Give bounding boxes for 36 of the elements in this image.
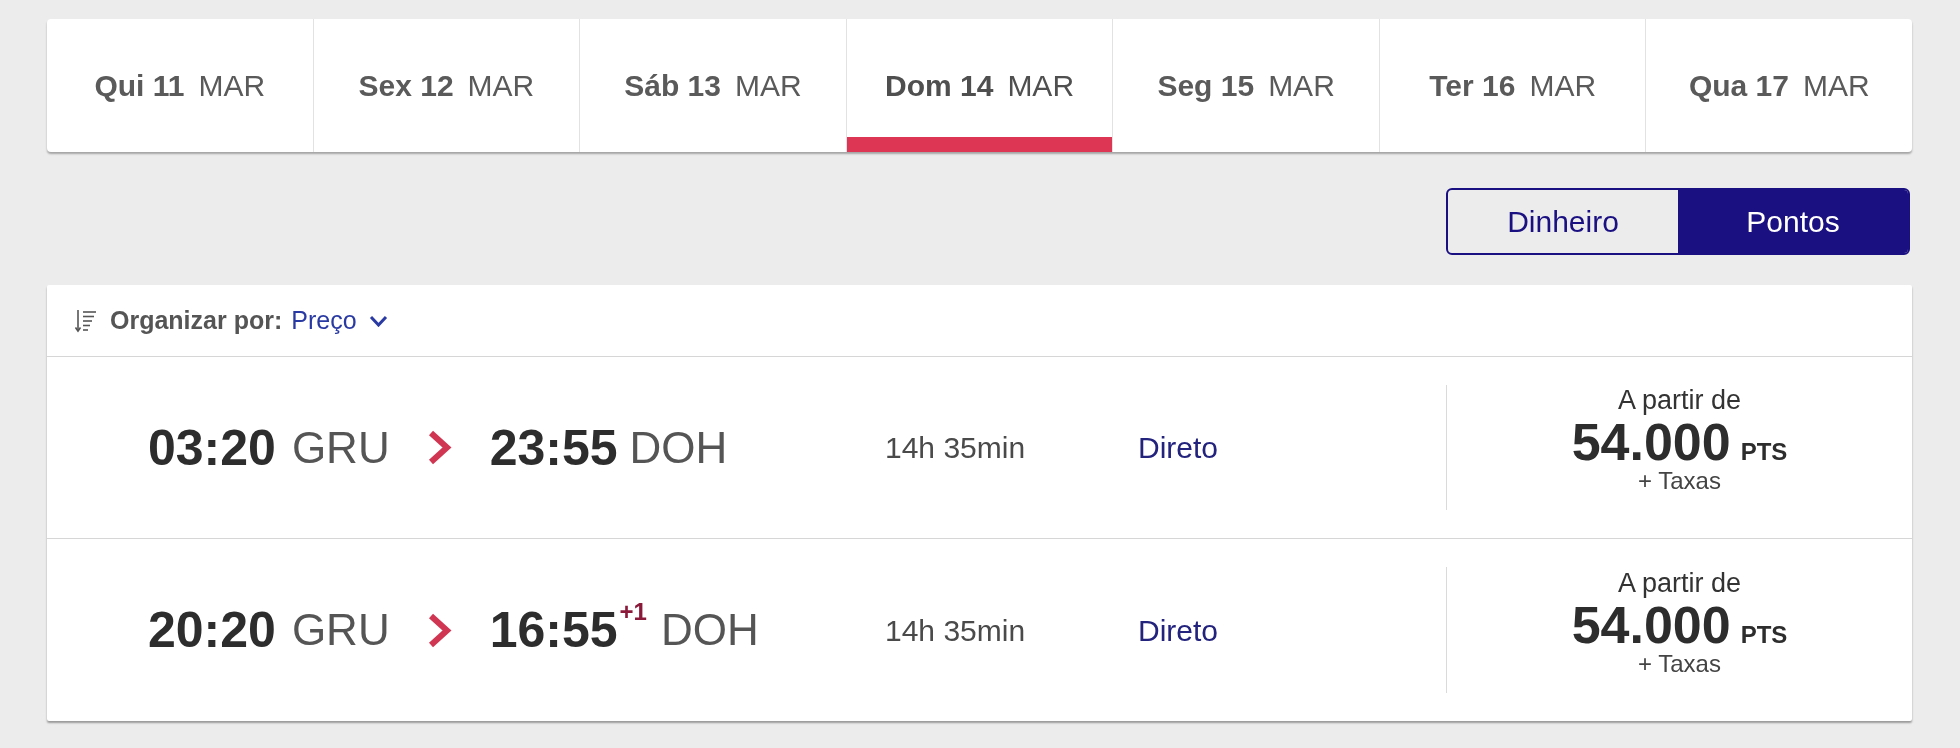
sort-icon — [75, 308, 97, 333]
chevron-right-icon — [426, 612, 452, 648]
price-unit: PTS — [1740, 440, 1788, 465]
date-tab[interactable]: Sex 12 MAR — [313, 19, 581, 152]
fees-label: + Taxas — [1638, 650, 1721, 678]
fees-label: + Taxas — [1638, 468, 1721, 495]
fare-option[interactable]: Pontos — [1678, 190, 1908, 253]
day-offset: +1 — [619, 600, 647, 624]
departure-time: 03:20 — [148, 422, 276, 473]
sort-label: Organizar por: — [110, 304, 283, 336]
origin-code: GRU — [291, 425, 390, 470]
date-tab[interactable]: Qui 11 MAR — [47, 19, 314, 152]
price-unit: PTS — [1740, 622, 1788, 647]
departure-time: 20:20 — [148, 605, 276, 655]
price-amount: 54.000 — [1571, 416, 1731, 469]
flight-duration: 14h 35min — [885, 431, 1026, 464]
date-tab[interactable]: Ter 16 MAR — [1379, 19, 1647, 152]
date-tab[interactable]: Dom 14 MAR — [846, 19, 1114, 152]
price-amount: 54.000 — [1571, 598, 1731, 651]
destination-code: DOH — [629, 425, 728, 470]
origin-code: GRU — [291, 608, 390, 652]
destination-code: DOH — [660, 608, 759, 652]
arrival-time: 23:55 — [489, 422, 618, 473]
price-prefix: A partir de — [1617, 386, 1742, 417]
arrival-time: 16:55 — [489, 605, 618, 655]
chevron-down-icon — [368, 314, 388, 327]
date-tab[interactable]: Sáb 13 MAR — [580, 19, 847, 152]
stops-label: Direto — [1138, 431, 1219, 464]
date-tab[interactable]: Qua 17 MAR — [1646, 19, 1912, 152]
flight-duration: 14h 35min — [885, 613, 1026, 647]
stops-label: Direto — [1138, 613, 1219, 647]
chevron-right-icon — [426, 430, 452, 465]
date-tab[interactable]: Seg 15 MAR — [1113, 19, 1380, 152]
fare-option[interactable]: Dinheiro — [1448, 190, 1678, 253]
price-prefix: A partir de — [1617, 568, 1742, 599]
sort-dropdown[interactable]: Preço — [291, 301, 388, 340]
